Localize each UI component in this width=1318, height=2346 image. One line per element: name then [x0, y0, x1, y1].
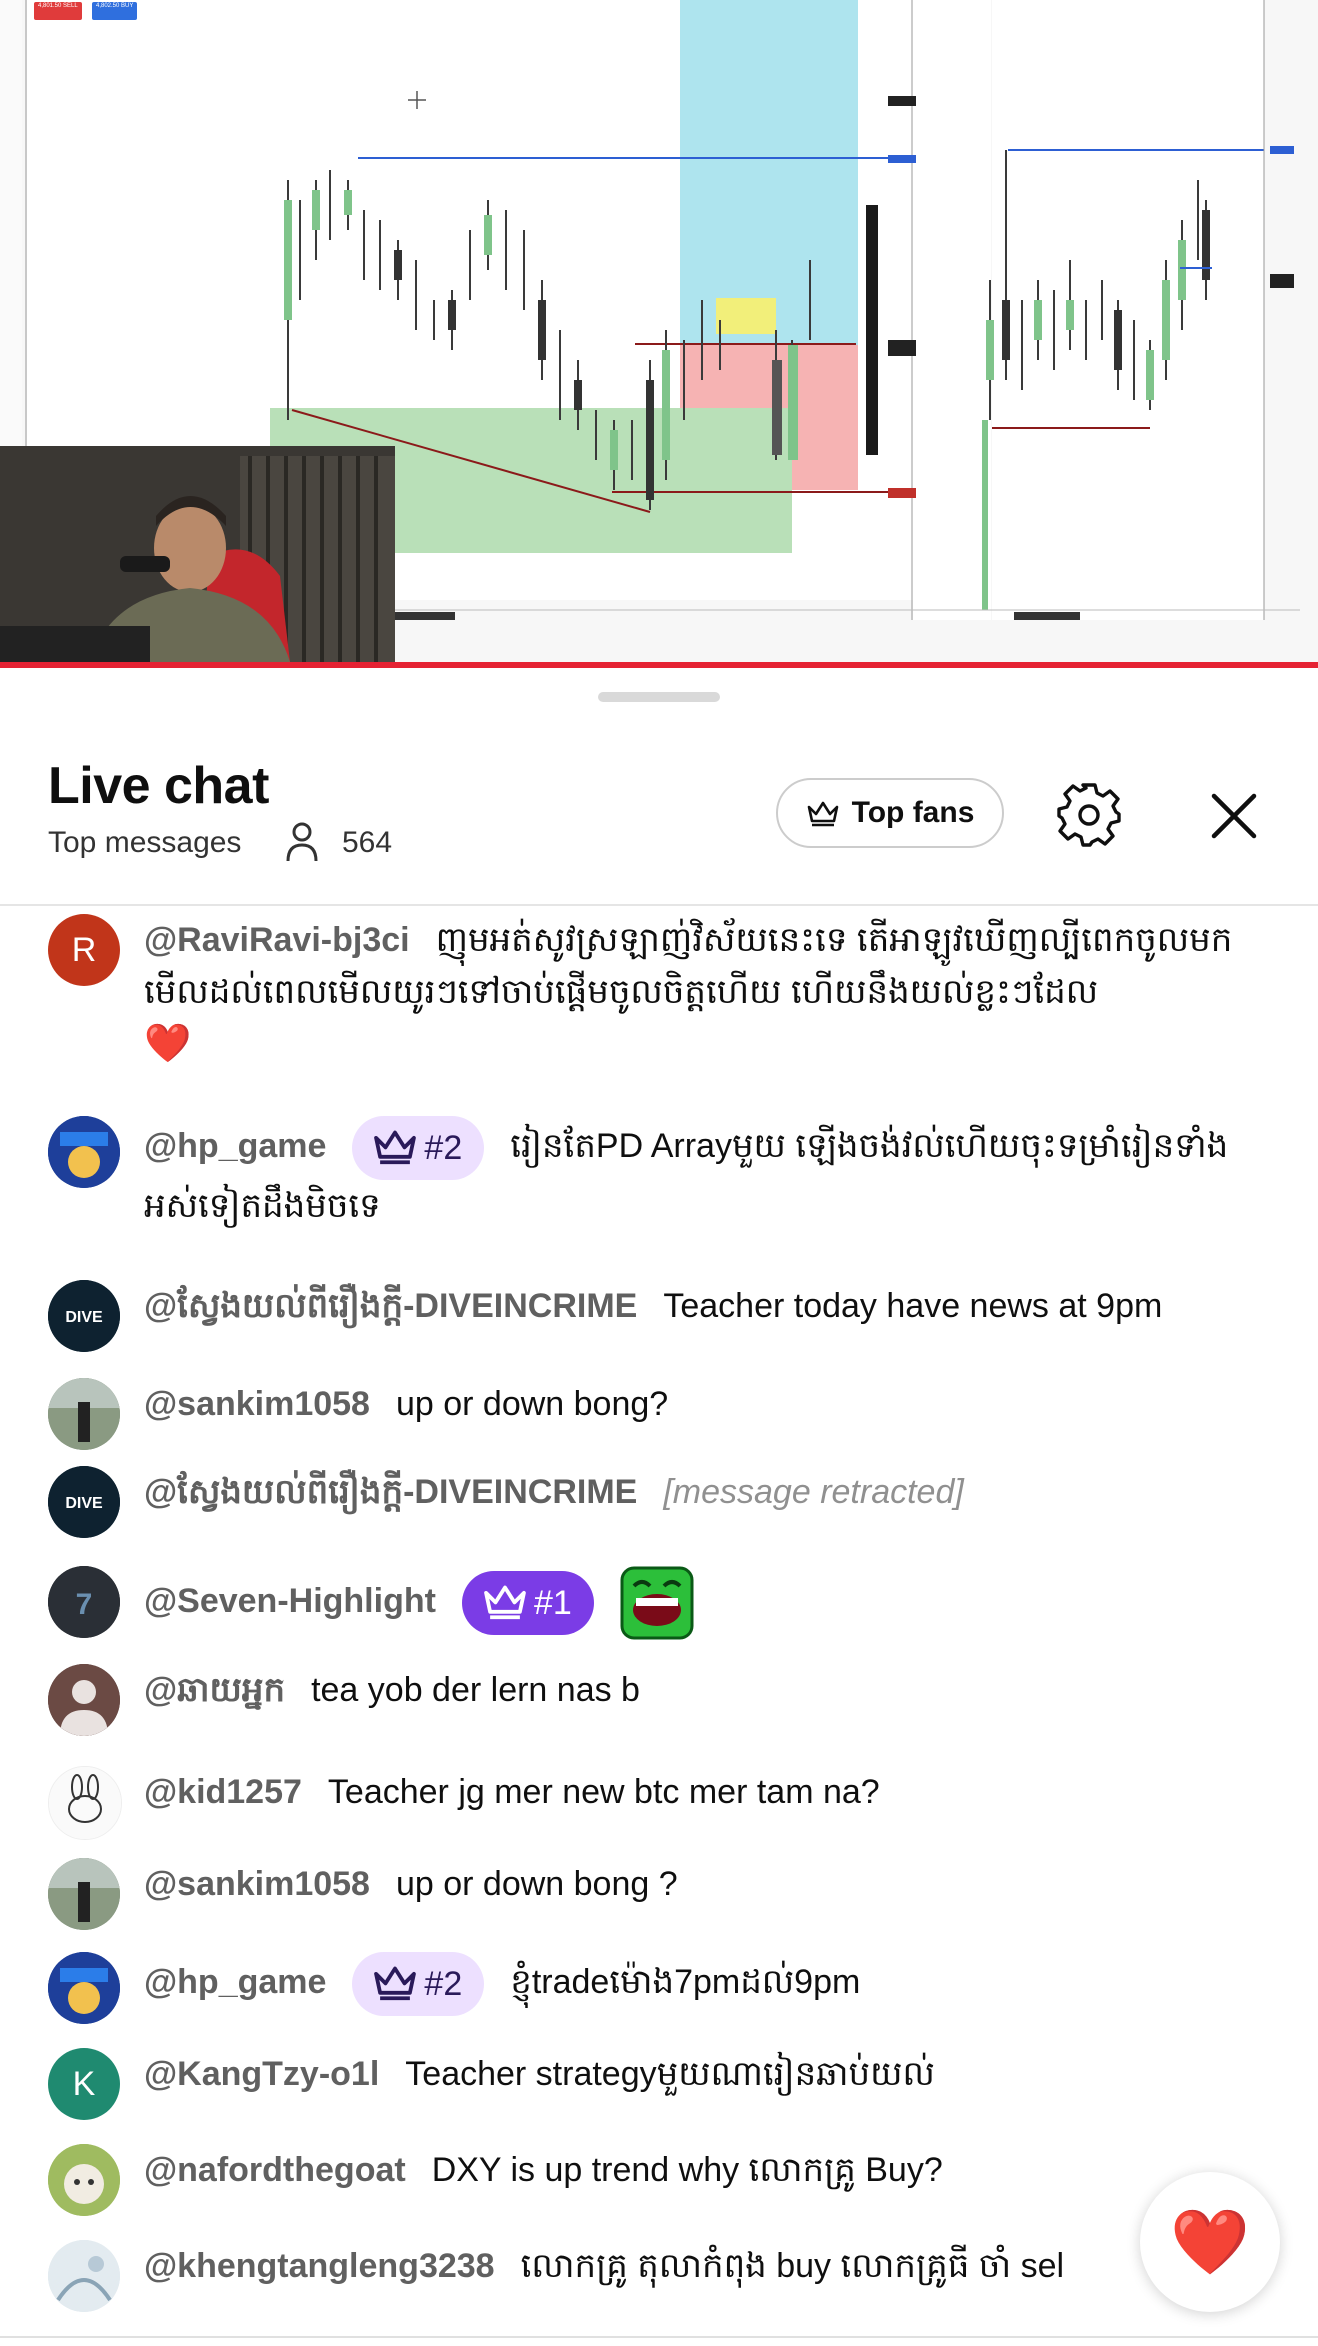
avatar[interactable]: [48, 1378, 120, 1450]
author-name[interactable]: @ឆាយអ្នក: [144, 1671, 285, 1709]
sell-chip[interactable]: 4,801.50 SELL: [34, 2, 82, 20]
gift-rank-badge: #2: [352, 1116, 485, 1180]
avatar[interactable]: 7: [48, 1566, 120, 1638]
message-text: [message retracted]: [663, 1473, 964, 1511]
message-text: ខ្ញុំtradeម៉ោង7pmដល់9pm: [510, 1962, 861, 2001]
author-name[interactable]: @ស្វែងយល់ពីរឿងក្តី-DIVEINCRIME: [144, 1287, 637, 1325]
badge-rank: #2: [424, 1965, 463, 2003]
author-name[interactable]: @RaviRavi-bj3ci: [144, 921, 410, 959]
chat-mode-selector[interactable]: Top messages: [48, 826, 241, 860]
avatar[interactable]: [48, 2144, 120, 2216]
avatar[interactable]: R: [48, 914, 120, 986]
top-fans-label: Top fans: [851, 796, 975, 829]
author-name[interactable]: @sankim1058: [144, 1385, 370, 1423]
author-name[interactable]: @kid1257: [144, 1773, 302, 1811]
avatar[interactable]: DIVE: [48, 1466, 120, 1538]
bottom-divider: [0, 2336, 1318, 2338]
svg-text:DIVE: DIVE: [65, 1495, 103, 1512]
author-name[interactable]: @hp_game: [144, 1127, 326, 1165]
message-text: DXY is up trend why លោកគ្រូ Buy?: [431, 2151, 943, 2189]
author-name[interactable]: @nafordthegoat: [144, 2151, 406, 2189]
message-text: Teacher strategyមួយណារៀនឆាប់យល់: [405, 2055, 935, 2093]
settings-gear-icon[interactable]: [1056, 782, 1122, 848]
webcam-overlay: [0, 446, 395, 662]
author-name[interactable]: @hp_game: [144, 1963, 326, 2001]
author-name[interactable]: @khengtangleng3238: [144, 2247, 495, 2285]
buy-chip[interactable]: 4,802.50 BUY: [92, 2, 138, 20]
laughing-sticker-icon: [620, 1566, 694, 1640]
drag-handle[interactable]: [598, 692, 720, 702]
header-divider: [0, 904, 1318, 906]
message-text: tea yob der lern nas b: [311, 1671, 640, 1709]
message-text: Teacher jg mer new btc mer tam na?: [327, 1773, 880, 1811]
author-name[interactable]: @Seven-Highlight: [144, 1582, 436, 1620]
gift-rank-badge: #2: [352, 1952, 485, 2016]
author-name[interactable]: @sankim1058: [144, 1865, 370, 1903]
svg-text:7: 7: [76, 1588, 93, 1621]
avatar[interactable]: DIVE: [48, 1280, 120, 1352]
crown-icon: [374, 1130, 417, 1165]
close-icon[interactable]: [1206, 788, 1262, 844]
avatar[interactable]: [48, 1952, 120, 2024]
crown-icon: [807, 801, 838, 827]
video-player[interactable]: 4,801.50 SELL 4,802.50 BUY: [0, 0, 1318, 668]
gift-rank-badge: #1: [461, 1571, 594, 1635]
svg-text:DIVE: DIVE: [65, 1309, 103, 1326]
panel-title: Live chat: [48, 757, 269, 815]
badge-rank: #1: [533, 1584, 572, 1622]
crown-icon: [374, 1966, 417, 2001]
author-name[interactable]: @KangTzy-o1l: [144, 2055, 379, 2093]
avatar[interactable]: [48, 1766, 122, 1840]
person-icon: [286, 822, 318, 862]
avatar[interactable]: K: [48, 2048, 120, 2120]
viewer-count: 564: [342, 826, 393, 859]
avatar[interactable]: [48, 1664, 120, 1736]
heart-emoji: ❤️: [144, 1023, 192, 1065]
message-text: up or down bong?: [395, 1385, 669, 1423]
badge-rank: #2: [424, 1129, 463, 1167]
message-text: up or down bong ?: [395, 1865, 678, 1903]
message-text: Teacher today have news at 9pm: [663, 1287, 1163, 1325]
message-text: លោកគ្រូ តុលាកំពុង buy លោកគ្រូធី ចាំ sel: [520, 2247, 1065, 2285]
author-name[interactable]: @ស្វែងយល់ពីរឿងក្តី-DIVEINCRIME: [144, 1473, 637, 1511]
heart-reaction-button[interactable]: ❤️: [1140, 2172, 1280, 2312]
avatar[interactable]: [48, 1858, 120, 1930]
top-fans-button[interactable]: Top fans: [776, 778, 1004, 848]
avatar[interactable]: [48, 1116, 120, 1188]
crown-icon: [484, 1585, 526, 1620]
avatar[interactable]: [48, 2240, 120, 2312]
heart-icon: ❤️: [1170, 2206, 1250, 2278]
